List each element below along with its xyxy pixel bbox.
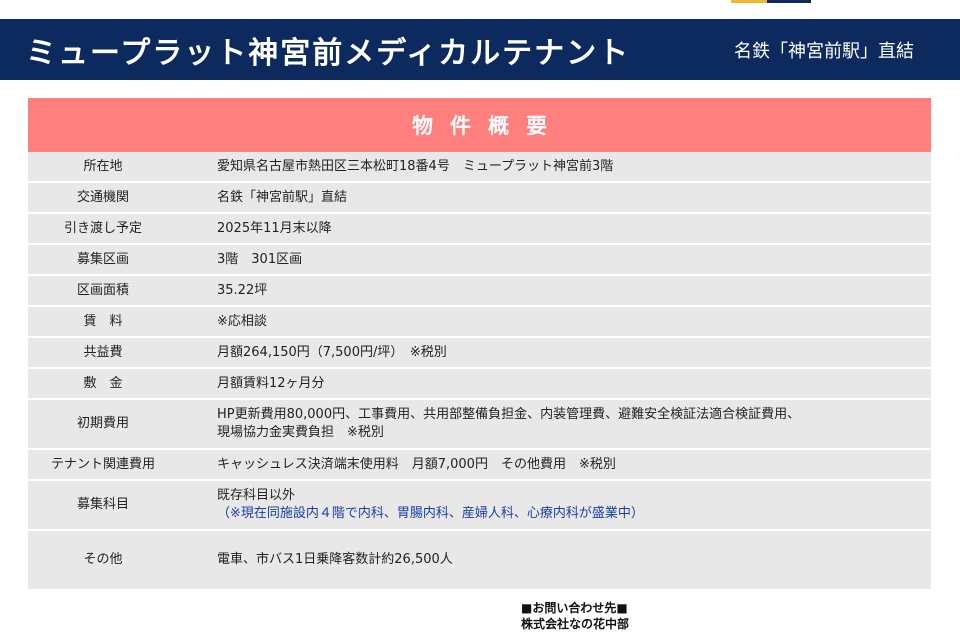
- row-value: 名鉄「神宮前駅」直結: [178, 182, 931, 213]
- table-row: 募集科目 既存科目以外 （※現在同施設内４階で内科、胃腸内科、産婦人科、心療内科…: [28, 480, 931, 530]
- section-heading: 物件概要: [28, 98, 931, 152]
- row-label: 区画面積: [28, 275, 178, 306]
- table-row: 初期費用 HP更新費用80,000円、工事費用、共用部整備負担金、内装管理費、避…: [28, 399, 931, 449]
- row-label: テナント関連費用: [28, 449, 178, 480]
- row-value-line: 既存科目以外: [217, 488, 296, 503]
- row-label: 交通機関: [28, 182, 178, 213]
- row-value: 2025年11月末以降: [178, 213, 931, 244]
- row-label: 募集区画: [28, 244, 178, 275]
- table-row: 共益費 月額264,150円（7,500円/坪） ※税別: [28, 337, 931, 368]
- table-row: その他 電車、市バス1日乗降客数計約26,500人: [28, 530, 931, 590]
- table-row: 所在地 愛知県名古屋市熱田区三本松町18番4号 ミュープラット神宮前3階: [28, 152, 931, 182]
- accent-yellow: [731, 0, 767, 3]
- row-label: その他: [28, 530, 178, 590]
- row-label: 募集科目: [28, 480, 178, 530]
- top-accent-bar: [731, 0, 811, 3]
- row-value-line: 現場協力金実費負担 ※税別: [217, 425, 384, 440]
- row-value: HP更新費用80,000円、工事費用、共用部整備負担金、内装管理費、避難安全検証…: [178, 399, 931, 449]
- contact-company: 株式会社なの花中部: [521, 617, 630, 631]
- row-label: 共益費: [28, 337, 178, 368]
- row-value: 月額賃料12ヶ月分: [178, 368, 931, 399]
- table-row: テナント関連費用 キャッシュレス決済端末使用料 月額7,000円 その他費用 ※…: [28, 449, 931, 480]
- row-label: 引き渡し予定: [28, 213, 178, 244]
- property-overview-table: 所在地 愛知県名古屋市熱田区三本松町18番4号 ミュープラット神宮前3階 交通機…: [28, 152, 931, 591]
- row-value-line: HP更新費用80,000円、工事費用、共用部整備負担金、内装管理費、避難安全検証…: [217, 407, 801, 422]
- row-value: キャッシュレス決済端末使用料 月額7,000円 その他費用 ※税別: [178, 449, 931, 480]
- contact-heading: ■お問い合わせ先■: [521, 601, 628, 615]
- row-value: 電車、市バス1日乗降客数計約26,500人: [178, 530, 931, 590]
- row-value: 月額264,150円（7,500円/坪） ※税別: [178, 337, 931, 368]
- table-row: 引き渡し予定 2025年11月末以降: [28, 213, 931, 244]
- row-label: 初期費用: [28, 399, 178, 449]
- header-banner: ミュープラット神宮前メディカルテナント 名鉄「神宮前駅」直結: [0, 19, 960, 80]
- row-value: 愛知県名古屋市熱田区三本松町18番4号 ミュープラット神宮前3階: [178, 152, 931, 182]
- table-row: 募集区画 3階 301区画: [28, 244, 931, 275]
- station-access: 名鉄「神宮前駅」直結: [734, 40, 914, 62]
- row-value: 既存科目以外 （※現在同施設内４階で内科、胃腸内科、産婦人科、心療内科が盛業中）: [178, 480, 931, 530]
- row-value: 35.22坪: [178, 275, 931, 306]
- row-label: 賃 料: [28, 306, 178, 337]
- row-label: 敷 金: [28, 368, 178, 399]
- row-value: ※応相談: [178, 306, 931, 337]
- table-row: 賃 料 ※応相談: [28, 306, 931, 337]
- row-value-note: （※現在同施設内４階で内科、胃腸内科、産婦人科、心療内科が盛業中）: [217, 506, 644, 521]
- accent-navy: [767, 0, 811, 3]
- table-row: 区画面積 35.22坪: [28, 275, 931, 306]
- table-row: 敷 金 月額賃料12ヶ月分: [28, 368, 931, 399]
- table-row: 交通機関 名鉄「神宮前駅」直結: [28, 182, 931, 213]
- row-label: 所在地: [28, 152, 178, 182]
- row-value: 3階 301区画: [178, 244, 931, 275]
- contact-block: ■お問い合わせ先■ 株式会社なの花中部: [521, 600, 629, 632]
- page-title: ミュープラット神宮前メディカルテナント: [26, 35, 631, 71]
